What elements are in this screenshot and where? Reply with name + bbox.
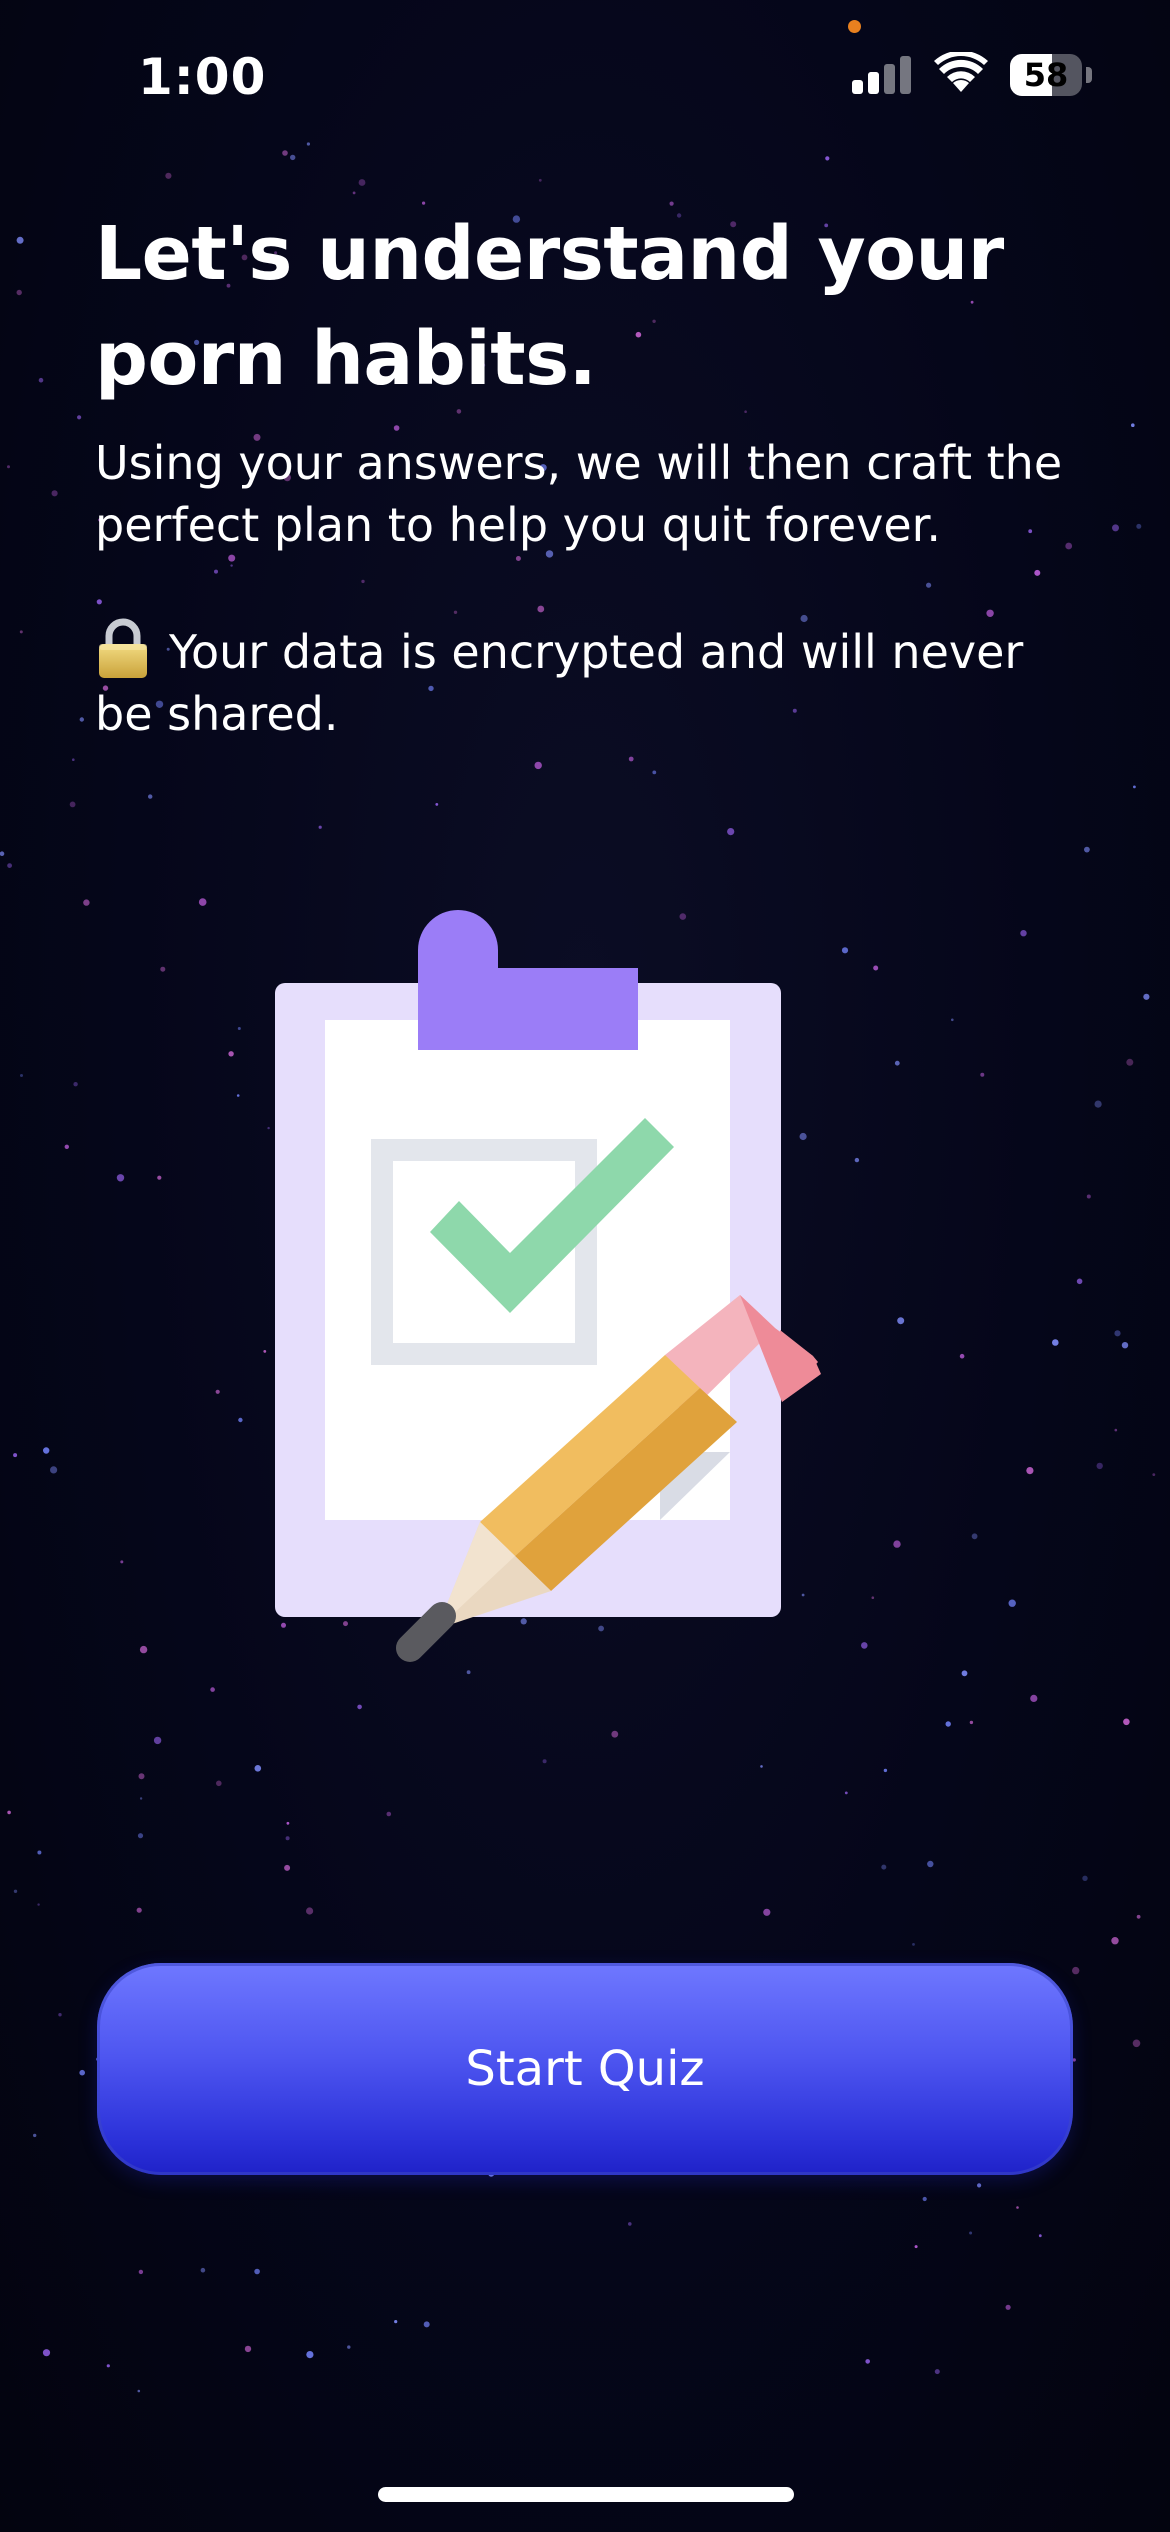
page-title: Let's understand your porn habits. xyxy=(95,211,1004,402)
clipboard-illustration xyxy=(275,910,821,1662)
battery-cap xyxy=(1086,67,1092,83)
cellular-signal-icon xyxy=(852,56,911,94)
battery-icon: 58 xyxy=(1010,54,1082,96)
privacy-indicator-dot xyxy=(848,20,861,33)
page-subtitle: Using your answers, we will then craft t… xyxy=(95,436,1063,552)
wifi-icon xyxy=(934,52,988,92)
status-time: 1:00 xyxy=(138,48,267,106)
privacy-note: Your data is encrypted and will never be… xyxy=(95,618,1095,745)
start-quiz-button[interactable]: Start Quiz xyxy=(97,1963,1073,2175)
privacy-note-text: Your data is encrypted and will never be… xyxy=(95,625,1024,741)
home-indicator[interactable] xyxy=(378,2487,794,2502)
onboarding-screen: 1:00 58 Let's understand your porn habit… xyxy=(0,0,1170,2532)
lock-icon xyxy=(99,618,147,678)
battery-level: 58 xyxy=(1023,56,1069,94)
